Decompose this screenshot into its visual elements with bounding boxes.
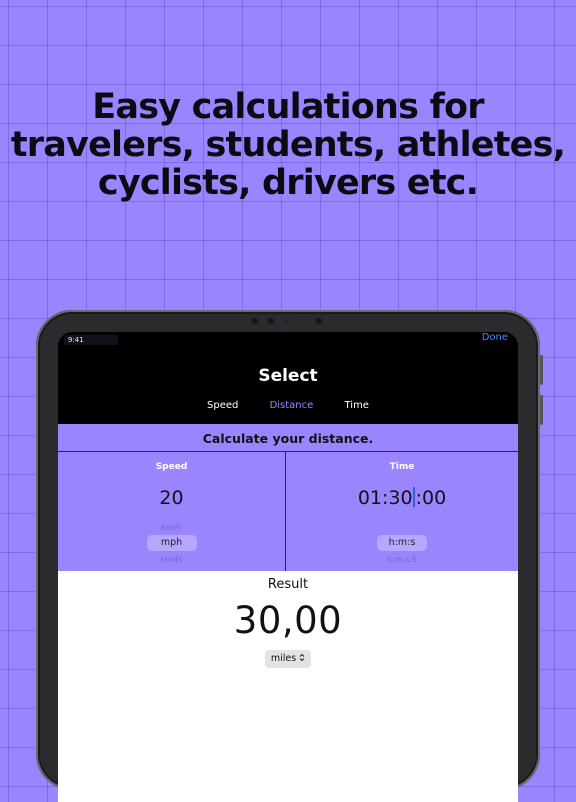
speed-unit-option-kmh[interactable]: km/h [58,523,285,532]
headline-line-3: cyclists, drivers etc. [97,163,479,203]
camera-dot-icon [316,318,322,324]
headline-line-2: travelers, students, athletes, [10,125,566,165]
speed-label: Speed [155,462,188,472]
result-value: 30,00 [233,599,343,642]
up-down-chevron-icon [299,653,305,664]
tablet-device: 9:41 Done Select Speed Distance Time Cal… [36,310,543,802]
time-panel: Time 01:30:00 h:m:s h:m:s.S [286,452,518,571]
result-label: Result [267,577,309,592]
camera-dot-icon [268,318,274,324]
time-unit-option-hmss[interactable]: h:m:s.S [286,555,518,564]
tab-time[interactable]: Time [344,400,368,411]
headline-line-1: Easy calculations for [92,87,484,127]
time-input[interactable]: 01:30:00 [286,487,518,509]
done-button[interactable]: Done [482,332,508,343]
time-unit-picker-selected[interactable]: h:m:s [377,535,427,551]
speed-unit-picker-selected[interactable]: mph [146,535,197,551]
page-title: Select [258,366,318,386]
time-label: Time [389,462,415,472]
app-screen: 9:41 Done Select Speed Distance Time Cal… [58,332,518,802]
speed-unit-option-knots[interactable]: knots [58,555,285,564]
volume-button [540,355,543,385]
status-bar-time: 9:41 [64,335,118,345]
time-value-part-2: :00 [415,487,447,509]
result-unit-label: miles [270,653,297,664]
calculation-heading: Calculate your distance. [58,424,518,452]
result-section: Result 30,00 miles [58,571,518,802]
mode-tabs: Speed Distance Time [58,400,518,411]
speed-input[interactable]: 20 [58,487,285,509]
camera-lens-icon [284,318,290,324]
power-button [540,395,543,425]
tab-distance[interactable]: Distance [270,400,314,411]
time-value-part-1: 01:30 [357,487,413,509]
speed-panel: Speed 20 km/h mph knots [58,452,286,571]
camera-dot-icon [252,318,258,324]
tab-speed[interactable]: Speed [207,400,238,411]
headline: Easy calculations for travelers, student… [0,88,576,202]
result-unit-button[interactable]: miles [265,650,311,668]
